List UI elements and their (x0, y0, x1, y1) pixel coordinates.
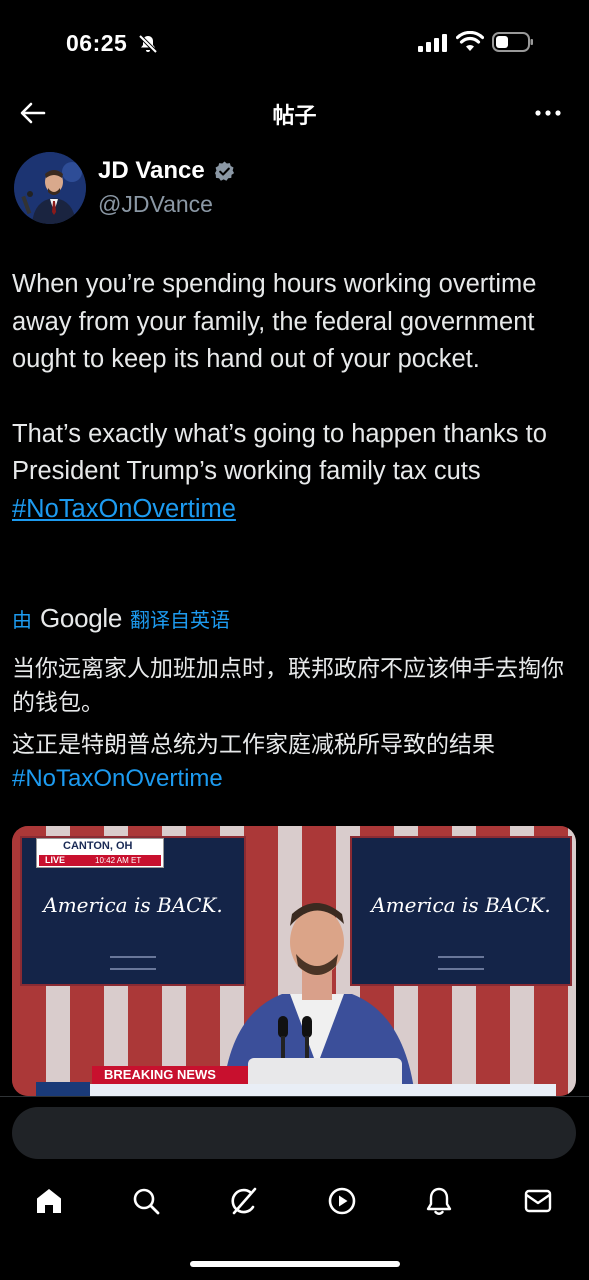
hashtag-link[interactable]: #NoTaxOnOvertime (12, 495, 236, 523)
google-logo: Google (40, 602, 123, 633)
signal-icon (418, 34, 447, 52)
verified-badge-icon (215, 161, 235, 181)
avatar-image (14, 152, 86, 224)
nav-grok[interactable] (224, 1184, 264, 1218)
top-bar: 帖子 (0, 86, 589, 138)
author-handle[interactable]: @JDVance (98, 191, 213, 218)
banner-seal (110, 956, 156, 970)
translate-from-label: 翻译自英语 (130, 607, 231, 632)
status-time: 06:25 (66, 30, 128, 56)
avatar[interactable] (14, 152, 86, 224)
nav-video[interactable] (322, 1184, 362, 1218)
news-lower-third (36, 1084, 556, 1096)
live-bar: LIVE 10:42 AM ET (39, 855, 161, 866)
reply-bar (0, 1096, 589, 1172)
breaking-news-label: BREAKING NEWS (104, 1067, 216, 1082)
search-icon (133, 1188, 160, 1215)
play-icon (328, 1187, 356, 1215)
post-screen: 06:25 帖子 JD Vance @JDVance When you’re s… (0, 0, 589, 1280)
live-label: LIVE (45, 855, 66, 865)
nav-home[interactable] (29, 1184, 69, 1218)
nav-notifications[interactable] (419, 1184, 459, 1218)
translation-attribution[interactable]: 由 Google 翻译自英语 (12, 602, 230, 634)
live-time: 10:42 AM ET (95, 856, 142, 865)
bottom-navigation (0, 1172, 589, 1280)
battery-icon (492, 32, 533, 52)
nav-search[interactable] (126, 1184, 166, 1218)
news-logo (36, 1082, 90, 1096)
tweet-text: When you’re spending hours working overt… (12, 266, 577, 528)
tweet-paragraph-2: That’s exactly what’s going to happen th… (12, 416, 577, 529)
author-row: JD Vance @JDVance (14, 150, 574, 230)
grok-icon (231, 1187, 257, 1215)
reply-input[interactable] (12, 1107, 576, 1159)
messages-icon (524, 1189, 552, 1213)
home-icon (37, 1189, 61, 1213)
translated-paragraph-1: 当你远离家人加班加点时，联邦政府不应该伸手去掏你的钱包。 (12, 656, 564, 716)
status-bar: 06:25 (0, 0, 589, 80)
more-options-button[interactable] (533, 100, 563, 126)
translate-by-label: 由 (12, 607, 32, 632)
banner-left-text: America is BACK. (43, 893, 223, 917)
dateline-place: CANTON, OH (63, 840, 133, 852)
more-icon (535, 110, 561, 116)
home-indicator[interactable] (190, 1261, 400, 1267)
tweet-paragraph-2-text: That’s exactly what’s going to happen th… (12, 419, 547, 486)
wifi-icon (456, 31, 484, 51)
translated-paragraph-2: 这正是特朗普总统为工作家庭减税所导致的结果 #NoTaxOnOvertime (12, 728, 577, 796)
translated-paragraph-2-text: 这正是特朗普总统为工作家庭减税所导致的结果 (12, 732, 495, 758)
translated-hashtag-link[interactable]: #NoTaxOnOvertime (12, 765, 223, 792)
bell-off-icon (138, 34, 158, 54)
breaking-news-bar: BREAKING NEWS (92, 1066, 248, 1084)
video-thumbnail[interactable]: America is BACK. America is BACK. CANTON… (12, 826, 576, 1096)
translated-text: 当你远离家人加班加点时，联邦政府不应该伸手去掏你的钱包。 这正是特朗普总统为工作… (12, 652, 577, 796)
news-dateline: CANTON, OH LIVE 10:42 AM ET (36, 838, 164, 868)
page-title: 帖子 (272, 104, 317, 129)
author-name[interactable]: JD Vance (98, 157, 205, 185)
nav-messages[interactable] (518, 1184, 558, 1218)
notifications-icon (426, 1187, 452, 1215)
banner-seal (438, 956, 484, 970)
tweet-paragraph-1: When you’re spending hours working overt… (12, 270, 537, 373)
